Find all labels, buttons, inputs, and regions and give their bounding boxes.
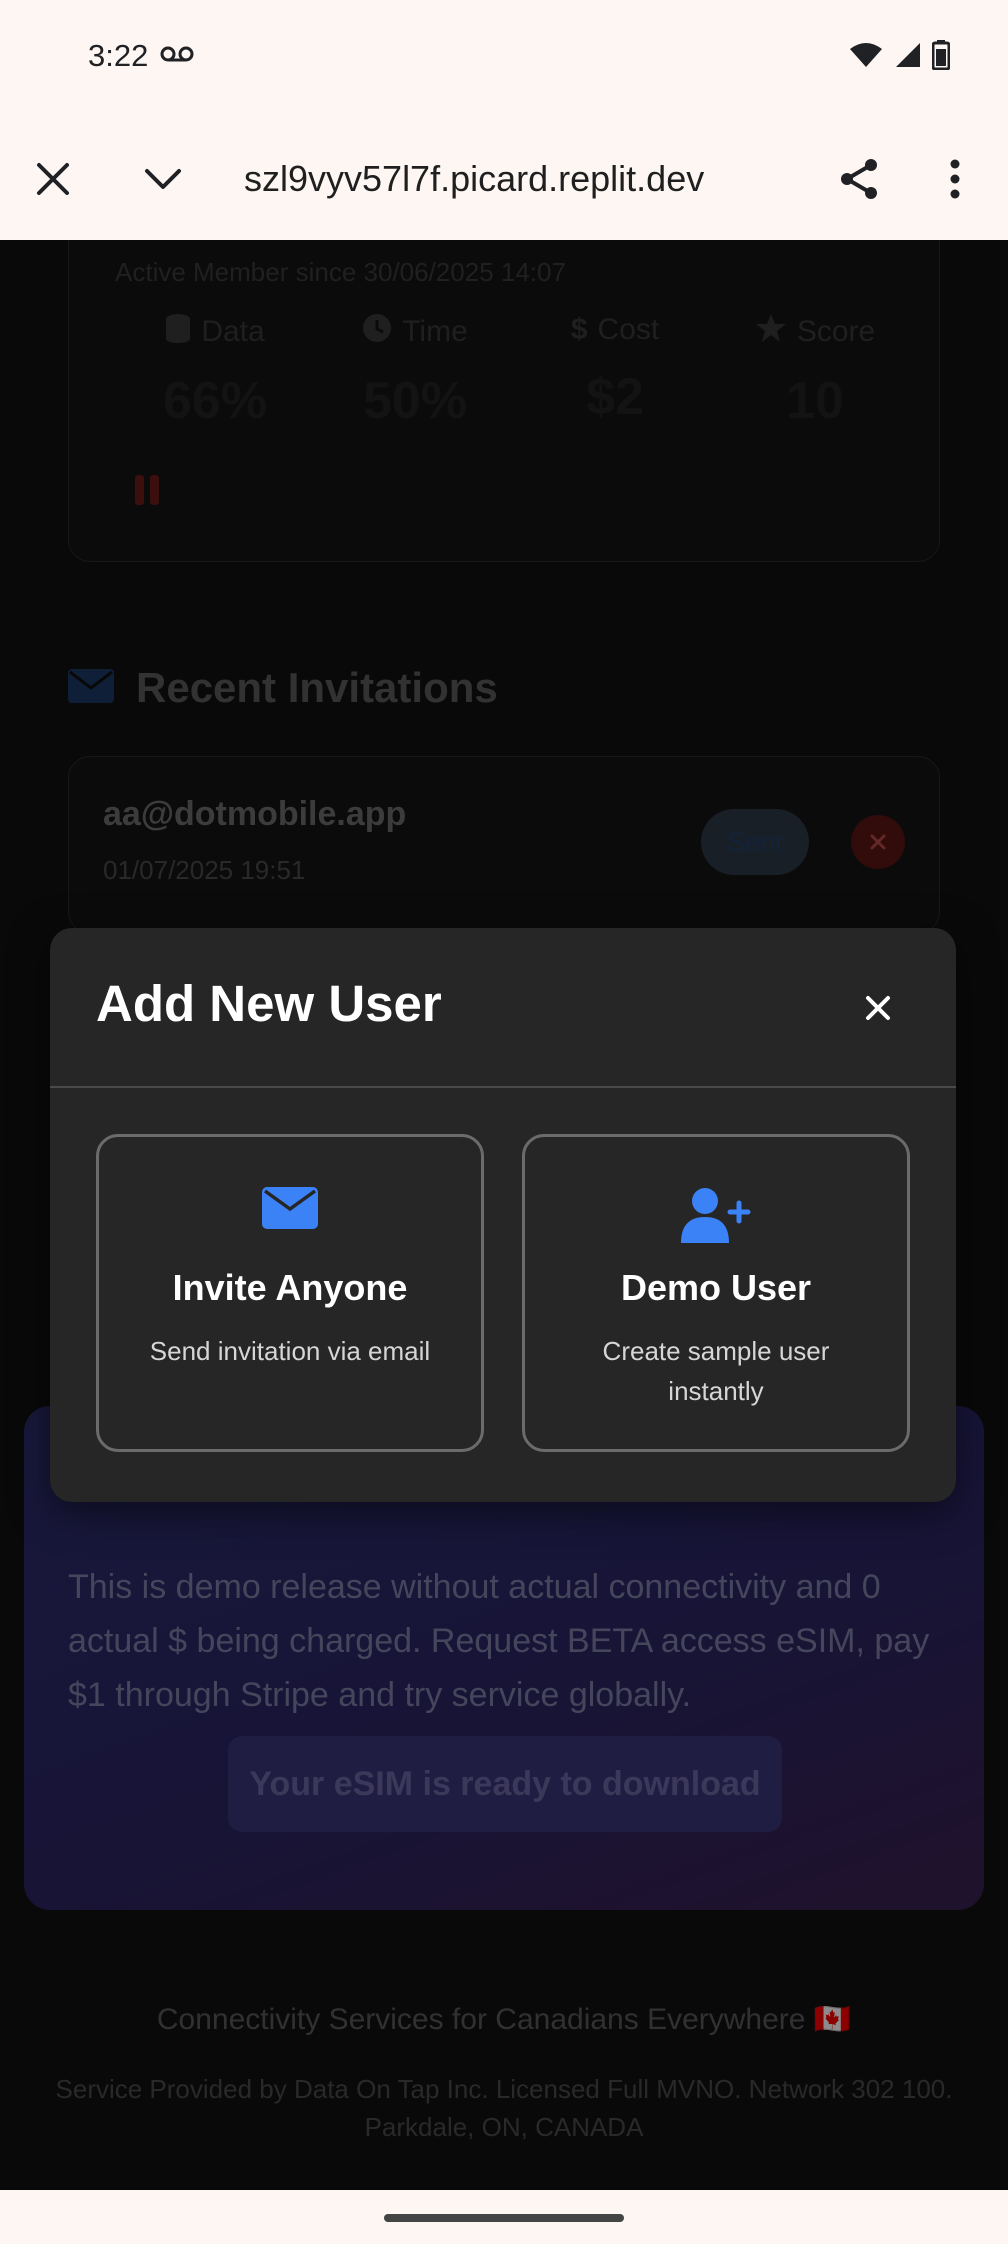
option-description: Create sample user instantly — [602, 1336, 830, 1406]
status-time: 3:22 — [88, 38, 149, 73]
user-plus-icon — [681, 1188, 751, 1243]
modal-title: Add New User — [96, 975, 442, 1032]
wifi-icon — [848, 41, 884, 74]
envelope-icon — [262, 1187, 318, 1229]
invite-anyone-option[interactable]: Invite Anyone Send invitation via email — [96, 1134, 484, 1452]
system-nav-bar — [0, 2190, 1008, 2244]
demo-user-option[interactable]: Demo User Create sample user instantly — [522, 1134, 910, 1452]
share-button[interactable] — [828, 148, 890, 210]
signal-icon — [894, 41, 922, 74]
option-title: Invite Anyone — [172, 1267, 408, 1308]
share-icon — [841, 159, 877, 199]
minimize-button[interactable] — [132, 148, 194, 210]
add-user-modal: Add New User Invite Anyone Send invitati… — [50, 928, 956, 1502]
url-text[interactable]: szl9vyv57l7f.picard.replit.dev — [244, 158, 714, 200]
status-bar: 3:22 — [0, 0, 1008, 118]
voicemail-icon — [160, 44, 194, 69]
more-vert-icon — [950, 159, 960, 199]
close-icon — [37, 163, 69, 195]
browser-toolbar: szl9vyv57l7f.picard.replit.dev — [0, 118, 1008, 240]
modal-close-button[interactable] — [850, 980, 906, 1036]
divider — [50, 1086, 956, 1088]
option-title: Demo User — [620, 1267, 812, 1308]
battery-icon — [931, 40, 951, 75]
home-gesture-handle[interactable] — [384, 2214, 624, 2222]
close-tab-button[interactable] — [22, 148, 84, 210]
more-menu-button[interactable] — [924, 148, 986, 210]
close-icon — [866, 996, 890, 1020]
chevron-down-icon — [145, 169, 181, 189]
option-description: Send invitation via email — [149, 1336, 431, 1366]
